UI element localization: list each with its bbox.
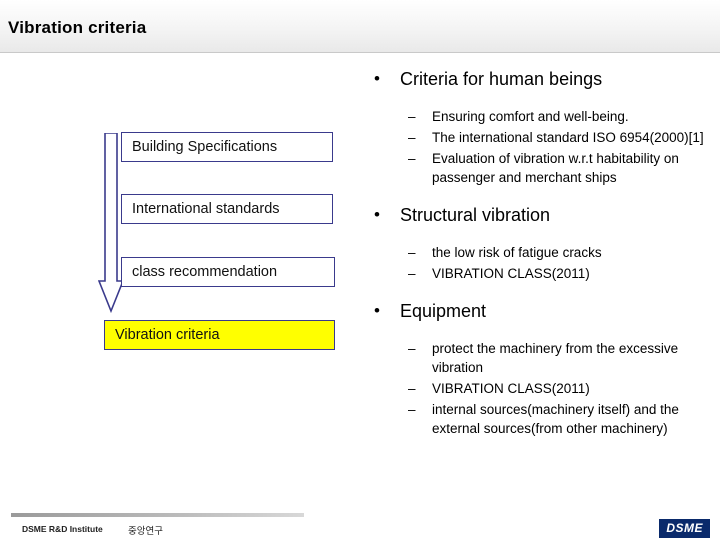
flow-box-building-specifications[interactable]: Building Specifications <box>121 132 333 162</box>
footer-divider <box>11 513 304 517</box>
flow-box-vibration-criteria[interactable]: Vibration criteria <box>104 320 335 350</box>
bullet-heading-label: Criteria for human beings <box>400 69 603 89</box>
content-body: • Criteria for human beings – Ensuring c… <box>366 66 706 440</box>
bullet-heading-label: Equipment <box>400 301 487 321</box>
bullet-marker-icon: • <box>374 301 380 320</box>
dash-marker-icon: – <box>408 381 416 396</box>
bullet-heading-criteria-for-human-beings: • Criteria for human beings <box>366 66 706 92</box>
dash-marker-icon: – <box>408 245 416 260</box>
bullet-item-label: VIBRATION CLASS(2011) <box>432 266 590 281</box>
dash-marker-icon: – <box>408 402 416 417</box>
bullet-item: – the low risk of fatigue cracks <box>366 243 706 262</box>
dash-marker-icon: – <box>408 130 416 145</box>
bullet-marker-icon: • <box>374 205 380 224</box>
bullet-item-label: Evaluation of vibration w.r.t habitabili… <box>432 151 679 185</box>
bullet-heading-equipment: • Equipment <box>366 298 706 324</box>
bullet-item-label: internal sources(machinery itself) and t… <box>432 402 679 436</box>
dsme-logo: DSME <box>659 519 710 538</box>
bullet-item-label: protect the machinery from the excessive… <box>432 341 679 375</box>
bullet-item: – Evaluation of vibration w.r.t habitabi… <box>366 149 706 187</box>
dash-marker-icon: – <box>408 341 416 356</box>
slide-title-bar: Vibration criteria <box>0 0 720 53</box>
flow-box-label: Building Specifications <box>132 139 278 155</box>
dash-marker-icon: – <box>408 109 416 124</box>
bullet-marker-icon: • <box>374 69 380 88</box>
bullet-item-label: VIBRATION CLASS(2011) <box>432 381 590 396</box>
bullet-item: – protect the machinery from the excessi… <box>366 339 706 377</box>
bullet-item: – Ensuring comfort and well-being. <box>366 107 706 126</box>
bullet-heading-structural-vibration: • Structural vibration <box>366 202 706 228</box>
bullet-item-label: Ensuring comfort and well-being. <box>432 109 629 124</box>
flow-box-international-standards[interactable]: International standards <box>121 194 333 224</box>
dash-marker-icon: – <box>408 266 416 281</box>
bullet-heading-label: Structural vibration <box>400 205 551 225</box>
bullet-item-label: the low risk of fatigue cracks <box>432 245 602 260</box>
footer-institute-label: DSME R&D Institute <box>22 524 103 534</box>
dash-marker-icon: – <box>408 151 416 166</box>
bullet-item: – The international standard ISO 6954(20… <box>366 128 706 147</box>
flow-box-label: International standards <box>132 201 280 217</box>
bullet-item: – internal sources(machinery itself) and… <box>366 400 706 438</box>
bullet-item: – VIBRATION CLASS(2011) <box>366 264 706 283</box>
page-title: Vibration criteria <box>8 18 147 37</box>
flow-box-label: class recommendation <box>132 264 278 280</box>
bullet-item: – VIBRATION CLASS(2011) <box>366 379 706 398</box>
footer-korean-label: 중앙연구 <box>128 526 163 537</box>
bullet-item-label: The international standard ISO 6954(2000… <box>432 130 704 145</box>
flow-box-class-recommendation[interactable]: class recommendation <box>121 257 335 287</box>
flow-box-label: Vibration criteria <box>115 327 220 343</box>
